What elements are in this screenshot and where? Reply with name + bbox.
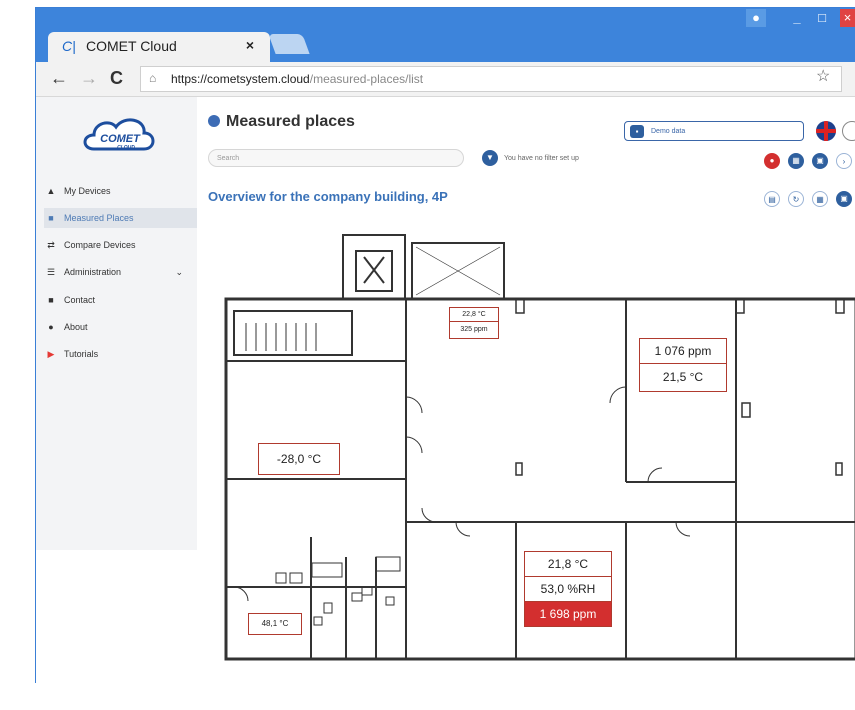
youtube-icon: ▶ [47, 349, 55, 359]
account-icon[interactable] [842, 121, 855, 141]
info-icon: ● [48, 322, 54, 332]
sensor-3-temperature[interactable]: -28,0 °C [258, 443, 340, 475]
sidebar-item-about[interactable]: ● About [44, 317, 197, 337]
page-title: Measured places [208, 113, 355, 131]
search-input[interactable]: Search [208, 149, 464, 167]
sidebar-item-compare-devices[interactable]: ⇄ Compare Devices [44, 235, 197, 255]
logo-text: COMET [100, 133, 141, 145]
forward-icon[interactable]: → [80, 68, 98, 89]
address-bar[interactable]: ⌂ https://cometsystem.cloud/measured-pla… [140, 66, 842, 92]
user-profile-icon[interactable]: ● [746, 9, 766, 27]
print-icon[interactable]: ▤ [764, 191, 780, 207]
bookmark-star-icon[interactable]: ☆ [816, 66, 830, 86]
page-bottom [36, 683, 855, 710]
sensor-1-temperature: 22,8 °C [450, 308, 498, 322]
sensor-box-4[interactable]: 21,8 °C 53,0 %RH 1 698 ppm [524, 551, 612, 627]
sidebar-item-label: About [64, 322, 88, 332]
sensor-4-humidity: 53,0 %RH [524, 577, 612, 602]
chevron-down-icon: ⌄ [175, 267, 183, 277]
data-source-select[interactable]: ▪ Demo data [624, 121, 804, 141]
home-icon: ▲ [46, 186, 56, 196]
maximize-button[interactable]: □ [812, 9, 832, 27]
sensor-2-temperature: 21,5 °C [662, 370, 704, 384]
sidebar-item-label: Contact [64, 295, 96, 305]
admin-icon: ☰ [46, 267, 56, 277]
sidebar-item-administration[interactable]: ☰ Administration ⌄ [44, 262, 197, 282]
map-icon[interactable]: ▣ [836, 191, 852, 207]
sidebar: COMET CLOUD ▲ My Devices ■ Measured Places… [36, 97, 197, 550]
arrow-button[interactable]: › [836, 153, 852, 169]
page-title-text: Measured places [226, 113, 355, 130]
comet-favicon-icon: C| [62, 38, 76, 54]
sensor-4-co2-alarm: 1 698 ppm [524, 602, 612, 627]
database-icon: ▪ [630, 125, 644, 138]
minimize-button[interactable]: _ [787, 9, 807, 27]
record-button[interactable]: ● [764, 153, 780, 169]
data-source-label: Demo data [651, 128, 686, 135]
sidebar-item-my-devices[interactable]: ▲ My Devices [44, 181, 197, 201]
app-page: COMET CLOUD ▲ My Devices ■ Measured Places… [36, 97, 855, 683]
url-domain: https://cometsystem.cloud [171, 72, 310, 86]
sidebar-item-label: Administration [64, 267, 122, 277]
filter-text: You have no filter set up [504, 154, 579, 162]
table-icon[interactable]: ▦ [812, 191, 828, 207]
sidebar-item-tutorials[interactable]: ▶ Tutorials [44, 344, 197, 364]
filter-status[interactable]: ▼ You have no filter set up [482, 150, 579, 166]
sensor-2-co2: 1 076 ppm [640, 339, 726, 364]
new-tab-button[interactable] [268, 34, 310, 54]
url-text: https://cometsystem.cloud/measured-place… [171, 72, 423, 86]
sidebar-item-contact[interactable]: ■ Contact [44, 290, 197, 310]
browser-tab[interactable]: C| COMET Cloud × [48, 32, 270, 62]
back-icon[interactable]: ← [50, 68, 68, 89]
close-window-button[interactable]: × [840, 9, 855, 27]
places-icon: ■ [48, 213, 54, 223]
sidebar-item-label: Compare Devices [64, 240, 136, 250]
refresh-icon[interactable]: ↻ [788, 191, 804, 207]
sidebar-item-measured-places[interactable]: ■ Measured Places [44, 208, 197, 228]
tab-close-icon[interactable]: × [246, 37, 254, 53]
sidebar-item-label: Tutorials [64, 349, 99, 359]
filter-icon: ▼ [482, 150, 498, 166]
grid-view-button[interactable]: ▦ [788, 153, 804, 169]
compare-icon: ⇄ [47, 240, 55, 250]
sensor-1-co2: 325 ppm [460, 326, 488, 333]
browser-menu-icon[interactable]: ⋮ [848, 67, 855, 87]
browser-toolbar: ← → C ⌂ https://cometsystem.cloud/measur… [36, 62, 855, 97]
sensor-box-1[interactable]: 22,8 °C 325 ppm [449, 307, 499, 339]
comet-cloud-logo: COMET CLOUD [83, 118, 155, 151]
reload-icon[interactable]: C [110, 68, 123, 89]
url-path: /measured-places/list [309, 72, 424, 86]
sensor-4-temperature: 21,8 °C [524, 551, 612, 577]
overview-title: Overview for the company building, 4P [208, 189, 448, 204]
sensor-5-temperature[interactable]: 48,1 °C [248, 613, 302, 635]
places-title-icon [208, 115, 220, 127]
lock-icon: ⌂ [149, 71, 157, 85]
sidebar-item-label: Measured Places [64, 213, 134, 223]
language-flag-icon[interactable] [816, 121, 836, 141]
sensor-box-2[interactable]: 1 076 ppm 21,5 °C [639, 338, 727, 392]
tab-title: COMET Cloud [86, 38, 177, 54]
sidebar-item-label: My Devices [64, 186, 111, 196]
logo-subtext: CLOUD [117, 145, 135, 151]
image-view-button[interactable]: ▣ [812, 153, 828, 169]
contact-icon: ■ [48, 295, 54, 305]
